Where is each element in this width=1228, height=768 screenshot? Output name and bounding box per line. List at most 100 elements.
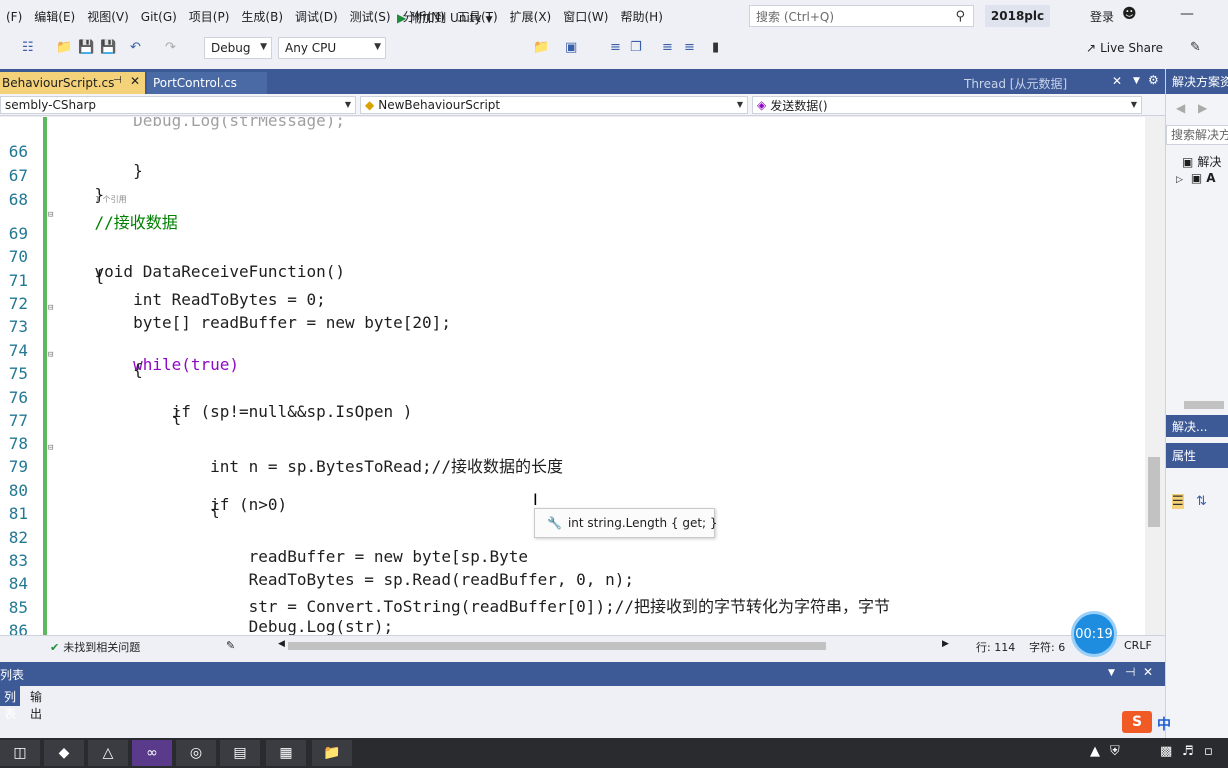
project-item[interactable]: ▷ ▣ A — [1176, 171, 1216, 185]
fold-icon[interactable]: ⊟ — [48, 443, 53, 453]
menu-file[interactable]: (F) — [0, 10, 28, 24]
code-editor[interactable]: Debug.Log(strMessage); 66 } 67 } 68 //接收… — [0, 117, 1145, 635]
solution-explorer-title: 解决方案资 — [1166, 69, 1228, 94]
solution-item[interactable]: ▣ 解决 — [1182, 153, 1221, 170]
volume-icon[interactable]: ♬ — [1182, 744, 1194, 759]
reference-count-hint[interactable]: 1 个引用 — [95, 194, 127, 205]
bookmark-icon[interactable]: ▮ — [712, 40, 719, 55]
play-icon: ▶ — [397, 11, 407, 25]
brush-icon[interactable]: ✎ — [226, 639, 235, 652]
bottom-panel-header: 列表 ▼ ⊣ ✕ — [0, 662, 1165, 686]
menu-test[interactable]: 测试(S) — [344, 8, 397, 25]
fold-icon[interactable]: ⊟ — [48, 303, 53, 313]
new-project-icon[interactable]: ☷ — [22, 40, 34, 55]
copy-icon[interactable]: ❐ — [630, 40, 642, 55]
back-icon[interactable]: ◀ — [1176, 101, 1185, 115]
categorized-icon[interactable]: ☰ — [1172, 494, 1184, 509]
fold-icon[interactable]: ⊟ — [48, 350, 53, 360]
fold-icon[interactable]: ⊟ — [48, 210, 53, 220]
chevron-down-icon[interactable]: ▼ — [1108, 668, 1115, 678]
tab-port-control[interactable]: PortControl.cs — [147, 72, 267, 94]
outdent-icon[interactable]: ≡ — [662, 40, 673, 55]
project-select[interactable]: sembly-CSharp ▼ — [0, 96, 356, 114]
network-icon[interactable]: ▩ — [1160, 744, 1172, 759]
login-link[interactable]: 登录 — [1090, 8, 1114, 25]
menu-extensions[interactable]: 扩展(X) — [504, 8, 558, 25]
notepad-icon[interactable]: ▤ — [220, 740, 260, 766]
unity-icon[interactable]: ◆ — [44, 740, 84, 766]
menu-project[interactable]: 项目(P) — [183, 8, 236, 25]
indent-icon[interactable]: ≡ — [684, 40, 695, 55]
shield-icon[interactable]: ⛨ — [1110, 744, 1120, 759]
gear-icon[interactable]: ⚙ — [1148, 73, 1159, 87]
user-icon[interactable]: ☻ — [1122, 6, 1137, 22]
search-icon[interactable]: ⚲ — [955, 9, 965, 24]
undo-icon[interactable]: ↶ — [130, 40, 141, 55]
close-icon[interactable]: ✕ — [130, 74, 140, 88]
open-folder-icon[interactable]: 📁 — [56, 40, 72, 55]
search-input[interactable]: 搜索 (Ctrl+Q) ⚲ — [749, 5, 974, 27]
scrollbar-thumb[interactable] — [1148, 457, 1160, 527]
sort-icon[interactable]: ⇅ — [1196, 494, 1207, 509]
pin-icon[interactable]: ⊣ — [113, 75, 122, 86]
redo-icon[interactable]: ↷ — [165, 40, 176, 55]
class-select[interactable]: ◆ NewBehaviourScript ▼ — [360, 96, 748, 114]
app-icon[interactable]: ▦ — [266, 740, 306, 766]
chevron-down-icon: ▼ — [374, 42, 381, 52]
tab-label: BehaviourScript.cs — [2, 76, 115, 90]
configuration-select[interactable]: Debug ▼ — [204, 37, 272, 59]
chevron-down-icon: ▼ — [485, 15, 493, 25]
horizontal-scrollbar-thumb[interactable] — [1184, 401, 1224, 409]
windows-taskbar: ◫ ◆ △ ∞ ◎ ▤ ▦ 📁 ▲ ⛨ ▩ ♬ ▫ — [0, 738, 1228, 768]
char-indicator[interactable]: 字符: 6 — [1029, 639, 1065, 655]
save-icon[interactable]: 💾 — [78, 40, 94, 55]
menu-help[interactable]: 帮助(H) — [614, 8, 668, 25]
scroll-left-icon[interactable]: ◀ — [278, 639, 285, 649]
notification-icon[interactable]: ▫ — [1204, 744, 1213, 759]
menu-view[interactable]: 视图(V) — [81, 8, 135, 25]
feedback-icon[interactable]: ✎ — [1190, 40, 1201, 55]
bottom-panel: 列表 ▼ ⊣ ✕ 列表 输出 — [0, 662, 1165, 738]
tab-behaviour-script[interactable]: BehaviourScript.cs ⊣ ✕ — [0, 72, 145, 94]
solution-search-input[interactable]: 搜索解决方 — [1166, 125, 1228, 145]
menu-window[interactable]: 窗口(W) — [557, 8, 614, 25]
attach-unity-button[interactable]: ▶ 附加到 Unity ▼ — [397, 9, 493, 26]
text-cursor-icon: I — [533, 490, 538, 509]
ime-language[interactable]: 中 — [1157, 714, 1171, 734]
member-select[interactable]: ◈ 发送数据() ▼ — [752, 96, 1142, 114]
line-ending-indicator[interactable]: CRLF — [1124, 639, 1152, 652]
edge-icon[interactable]: ◎ — [176, 740, 216, 766]
horizontal-scrollbar-thumb[interactable] — [288, 642, 826, 650]
start-icon[interactable]: ◫ — [0, 740, 40, 766]
live-share-button[interactable]: ↗ Live Share — [1086, 41, 1163, 55]
scroll-right-icon[interactable]: ▶ — [942, 639, 949, 649]
thread-tab[interactable]: Thread [从元数据] — [964, 75, 1067, 92]
tab-list[interactable]: 列表 — [0, 686, 21, 721]
ime-logo[interactable]: S — [1122, 711, 1152, 733]
close-icon[interactable]: ✕ — [1112, 74, 1122, 88]
vertical-scrollbar[interactable] — [1145, 117, 1165, 635]
unity-hub-icon[interactable]: △ — [88, 740, 128, 766]
tab-output[interactable]: 输出 — [26, 686, 46, 721]
issues-status[interactable]: ✔ 未找到相关问题 — [50, 639, 140, 655]
file-explorer-icon[interactable]: 📁 — [312, 740, 352, 766]
folder-icon[interactable]: 📁 — [533, 40, 549, 55]
line-indicator[interactable]: 行: 114 — [976, 639, 1015, 655]
tab-solution-explorer[interactable]: 解决... — [1166, 415, 1228, 437]
chevron-down-icon[interactable]: ▼ — [1133, 76, 1140, 86]
menu-edit[interactable]: 编辑(E) — [28, 8, 81, 25]
close-icon[interactable]: ✕ — [1143, 665, 1153, 679]
save-all-icon[interactable]: 💾 — [100, 40, 116, 55]
visual-studio-icon[interactable]: ∞ — [132, 740, 172, 766]
menu-git[interactable]: Git(G) — [135, 10, 183, 24]
minimize-icon[interactable]: — — [1180, 6, 1194, 22]
pin-icon[interactable]: ⊣ — [1125, 665, 1135, 679]
camera-icon[interactable]: ▣ — [565, 40, 577, 55]
recording-timer[interactable]: 00:19 — [1071, 611, 1117, 657]
bookmark-tool-icon[interactable]: ≡ — [610, 40, 621, 55]
platform-select[interactable]: Any CPU ▼ — [278, 37, 386, 59]
forward-icon[interactable]: ▶ — [1198, 101, 1207, 115]
menu-build[interactable]: 生成(B) — [235, 8, 289, 25]
menu-debug[interactable]: 调试(D) — [289, 8, 344, 25]
tray-arrow-icon[interactable]: ▲ — [1090, 744, 1100, 759]
